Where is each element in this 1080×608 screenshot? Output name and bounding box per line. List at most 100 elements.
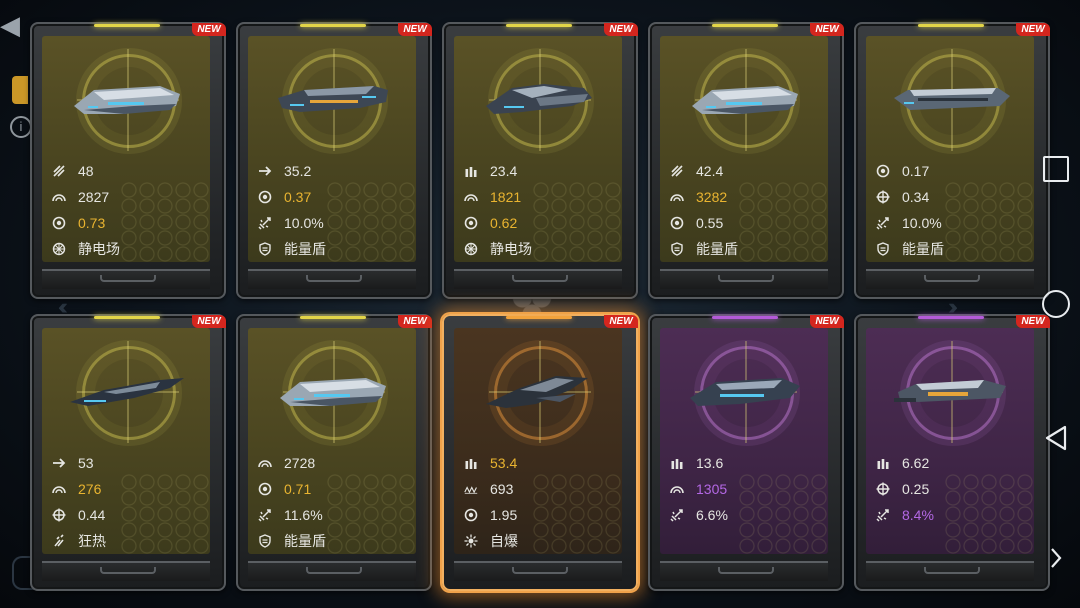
stat-row: 42.4 [670,158,820,184]
card-footer [42,561,210,581]
recent-apps-button[interactable] [1042,155,1070,183]
stat-value: 53.4 [490,455,518,471]
circle-icon [1042,290,1070,318]
stat-row: 自爆 [464,528,614,554]
stat-value: 0.55 [696,215,724,231]
ship-image [682,76,808,122]
card-panel: 42.4 3282 0.55 能量盾 [660,36,828,262]
missile-icon [258,508,272,522]
card-panel: 53.4 693 1.95 自爆 [454,328,622,554]
stat-row: 8.4% [876,502,1026,528]
chevron-right-icon [1051,548,1062,568]
stat-value: 42.4 [696,163,724,179]
triangle-back-icon [1045,425,1067,451]
new-badge: NEW [398,315,432,328]
new-badge: NEW [810,23,844,36]
stat-value: 48 [78,163,94,179]
stat-row: 2827 [52,184,202,210]
stat-value: 狂热 [78,533,106,549]
stat-row: 能量盾 [258,528,408,554]
stat-value: 能量盾 [696,241,738,257]
stat-row: 0.34 [876,184,1026,210]
card-footer [866,561,1034,581]
stat-value: 静电场 [490,241,532,257]
wave-icon [464,482,478,496]
stat-list: 2728 0.71 11.6% 能量盾 [258,450,408,554]
ship-image [64,76,190,122]
armor-icon [52,190,66,204]
ship-card[interactable]: 53.4 693 1.95 自爆 NEW [442,314,638,591]
stat-value: 6.62 [902,455,930,471]
stat-value: 静电场 [78,241,120,257]
expand-button[interactable] [1042,544,1070,572]
rarity-bar [712,24,778,27]
energy-shield-icon [876,242,890,256]
stat-value: 35.2 [284,163,312,179]
ship-card[interactable]: 2728 0.71 11.6% 能量盾 NEW [236,314,432,591]
stat-row: 6.62 [876,450,1026,476]
stat-value: 2728 [284,455,316,471]
card-panel: 13.6 1305 6.6% [660,328,828,554]
home-button[interactable] [1042,290,1070,318]
stat-value: 1305 [696,481,728,497]
arrow-icon [258,164,272,178]
stat-value: 693 [490,481,514,497]
stat-value: 1.95 [490,507,518,523]
card-panel: 0.17 0.34 10.0% 能量盾 [866,36,1034,262]
stat-value: 6.6% [696,507,728,523]
ship-card[interactable]: 48 2827 0.73 静电场 NEW [30,22,226,299]
card-footer [660,269,828,289]
stat-row: 静电场 [464,236,614,262]
stat-row: 3282 [670,184,820,210]
card-footer [454,561,622,581]
crosshair-icon [876,190,890,204]
stat-value: 3282 [696,189,728,205]
shield-ring-icon [670,216,684,230]
stat-value: 0.17 [902,163,930,179]
card-footer [42,269,210,289]
ship-card[interactable]: 42.4 3282 0.55 能量盾 NEW [648,22,844,299]
ship-card[interactable]: 23.4 1821 0.62 静电场 NEW [442,22,638,299]
stat-row: 10.0% [258,210,408,236]
stat-value: 23.4 [490,163,518,179]
stat-value: 1821 [490,189,522,205]
stat-row: 276 [52,476,202,502]
stat-value: 10.0% [902,215,942,231]
ship-image [682,368,808,414]
ship-card[interactable]: 13.6 1305 6.6% NEW [648,314,844,591]
ship-card[interactable]: 35.2 0.37 10.0% 能量盾 NEW [236,22,432,299]
rarity-bar [94,316,160,319]
card-panel: 2728 0.71 11.6% 能量盾 [248,328,416,554]
armor-icon [464,190,478,204]
shield-ring-icon [258,190,272,204]
ship-card[interactable]: 0.17 0.34 10.0% 能量盾 NEW [854,22,1050,299]
stat-row: 53.4 [464,450,614,476]
back-button[interactable] [1042,424,1070,452]
stat-value: 8.4% [902,507,934,523]
rarity-bar [506,24,572,27]
shield-ring-icon [52,216,66,230]
stat-row: 能量盾 [876,236,1026,262]
stat-value: 53 [78,455,94,471]
stat-value: 0.34 [902,189,930,205]
stat-row: 0.55 [670,210,820,236]
stat-value: 自爆 [490,533,518,549]
card-panel: 23.4 1821 0.62 静电场 [454,36,622,262]
card-footer [454,269,622,289]
card-footer [248,269,416,289]
stat-value: 0.62 [490,215,518,231]
ship-card[interactable]: 53 276 0.44 狂热 NEW [30,314,226,591]
stat-list: 42.4 3282 0.55 能量盾 [670,158,820,262]
ship-image [476,368,602,414]
ship-card[interactable]: 6.62 0.25 8.4% NEW [854,314,1050,591]
stat-row: 0.25 [876,476,1026,502]
ship-image [476,76,602,122]
crosshair-icon [52,508,66,522]
stat-row: 静电场 [52,236,202,262]
stat-row: 48 [52,158,202,184]
stat-row: 693 [464,476,614,502]
card-footer [248,561,416,581]
shield-ring-icon [876,164,890,178]
crosshair-icon [876,482,890,496]
stat-row: 35.2 [258,158,408,184]
